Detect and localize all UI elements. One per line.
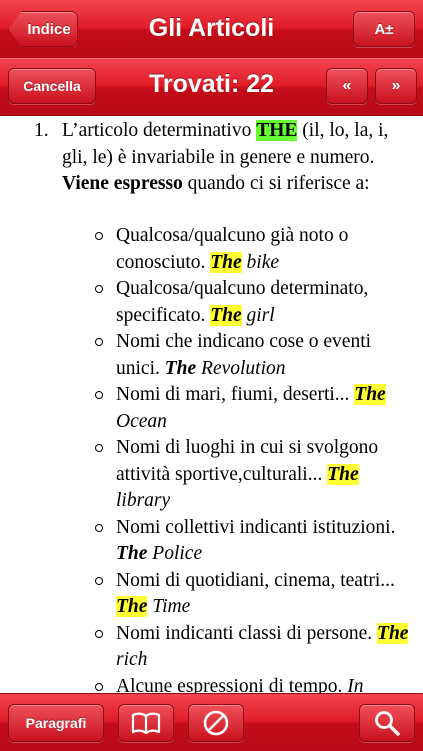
search-match-highlight: The <box>354 384 386 405</box>
article-content[interactable]: 1. L’articolo determinativo THE (il, lo,… <box>0 115 423 693</box>
paragraphs-button[interactable]: Paragrafi <box>8 704 104 742</box>
list-number: 1. <box>34 120 49 141</box>
slash-circle-icon <box>203 710 229 736</box>
bottom-toolbar: Paragrafi <box>0 693 423 751</box>
search-match-highlight: The <box>116 596 148 617</box>
subheading-rest: quando ci si riferisce a: <box>182 173 370 194</box>
subheading: Viene espresso quando ci si riferisce a: <box>62 171 412 198</box>
clear-highlight-button[interactable] <box>188 704 244 742</box>
search-match-highlight: The <box>210 251 242 273</box>
previous-icon: « <box>342 77 352 94</box>
next-result-button[interactable]: » <box>375 68 417 104</box>
search-match-highlight: THE <box>256 120 298 141</box>
search-icon <box>375 711 400 736</box>
intro-text: L’articolo determinativo <box>62 120 257 141</box>
example-article: The <box>116 543 148 564</box>
font-size-button-label: A± <box>374 20 394 38</box>
usage-list: Qualcosa/qualcuno già noto o conosciuto.… <box>95 223 416 694</box>
font-size-button[interactable]: A± <box>353 11 415 47</box>
intro-paragraph: L’articolo determinativo THE (il, lo, la… <box>62 118 412 198</box>
list-item: Alcune espressioni di tempo. In <box>95 674 416 694</box>
list-item: Nomi che indicano cose o eventi unici. T… <box>95 329 416 382</box>
list-item: Nomi indicanti classi di persone. The ri… <box>95 621 416 674</box>
paragraphs-button-label: Paragrafi <box>25 715 87 731</box>
previous-result-button[interactable]: « <box>326 68 368 104</box>
bookmarks-button[interactable] <box>118 704 174 742</box>
list-item: Qualcosa/qualcuno determinato, specifica… <box>95 276 416 329</box>
list-item: Nomi di quotidiani, cinema, teatri... Th… <box>95 568 416 621</box>
search-match-highlight: The <box>210 304 242 326</box>
nav-bar: Indice Gli Articoli A± <box>0 0 423 59</box>
list-item: Nomi di luoghi in cui si svolgono attivi… <box>95 435 416 515</box>
book-icon <box>131 712 161 735</box>
example-article: In <box>347 675 364 694</box>
list-item: Qualcosa/qualcuno già noto o conosciuto.… <box>95 223 416 276</box>
list-item: Nomi di mari, fiumi, deserti... The Ocea… <box>95 382 416 435</box>
example-article: The <box>164 357 197 379</box>
search-match-highlight: The <box>377 622 409 644</box>
search-results-bar: Cancella Trovati: 22 « » <box>0 58 423 116</box>
search-match-highlight: The <box>327 463 359 485</box>
search-button[interactable] <box>359 704 415 742</box>
next-icon: » <box>391 77 401 94</box>
list-item: Nomi collettivi indicanti istituzioni. T… <box>95 515 416 568</box>
subheading-bold: Viene espresso <box>62 173 183 194</box>
